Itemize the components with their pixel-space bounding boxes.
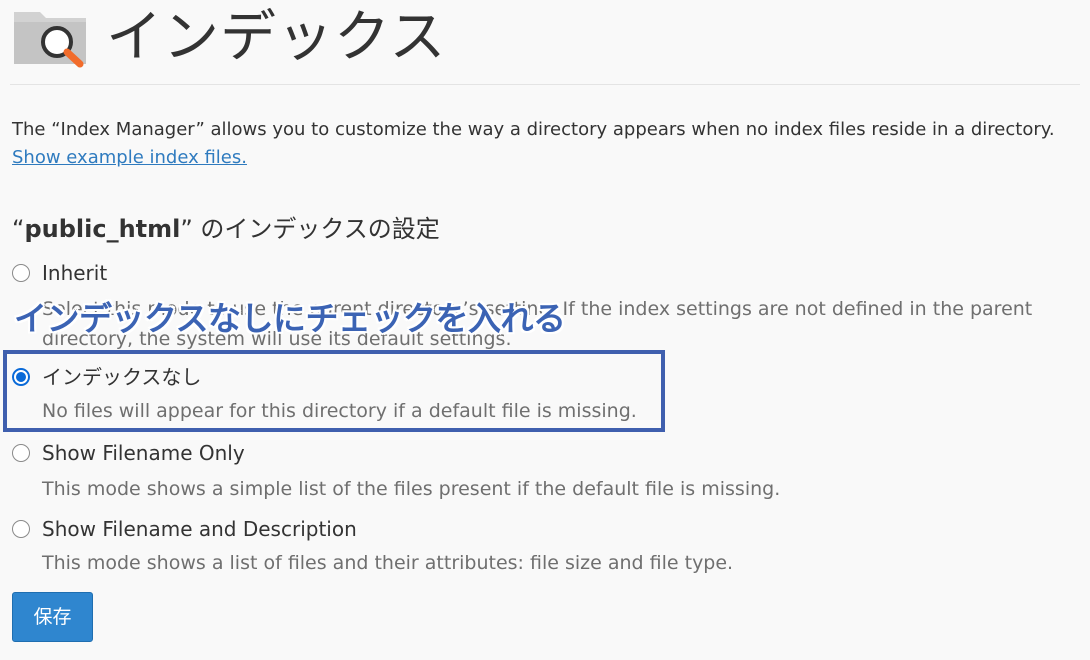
filename-description-hint: This mode shows a list of files and thei… — [42, 552, 734, 574]
no-indexing-label[interactable]: インデックスなし — [42, 362, 201, 392]
section-title-suffix: のインデックスの設定 — [192, 215, 440, 243]
annotation-callout: インデックスなしにチェックを入れる — [14, 299, 566, 338]
quote-open: “ — [12, 215, 25, 243]
folder-search-icon — [14, 12, 86, 68]
page-description: The “Index Manager” allows you to custom… — [12, 116, 1072, 172]
index-manager-page: インデックス The “Index Manager” allows you to… — [0, 0, 1090, 660]
show-example-index-files-link[interactable]: Show example index files. — [12, 147, 247, 168]
no-indexing-hint: No files will appear for this directory … — [42, 400, 637, 422]
page-title: インデックス — [106, 5, 447, 70]
inherit-label[interactable]: Inherit — [42, 258, 107, 288]
description-text: The “Index Manager” allows you to custom… — [12, 119, 1055, 140]
save-button[interactable]: 保存 — [12, 592, 93, 642]
page-header: インデックス — [10, 0, 1080, 85]
filename-description-radio[interactable] — [12, 520, 30, 538]
directory-name: public_html — [24, 215, 181, 243]
filename-description-label[interactable]: Show Filename and Description — [42, 514, 357, 544]
quote-close: ” — [180, 215, 193, 243]
inherit-radio[interactable] — [12, 264, 30, 282]
filename-only-radio[interactable] — [12, 444, 30, 462]
no-indexing-radio[interactable] — [12, 368, 30, 386]
filename-only-label[interactable]: Show Filename Only — [42, 438, 245, 468]
section-title: “public_html” のインデックスの設定 — [12, 212, 440, 246]
filename-only-hint: This mode shows a simple list of the fil… — [42, 478, 781, 500]
